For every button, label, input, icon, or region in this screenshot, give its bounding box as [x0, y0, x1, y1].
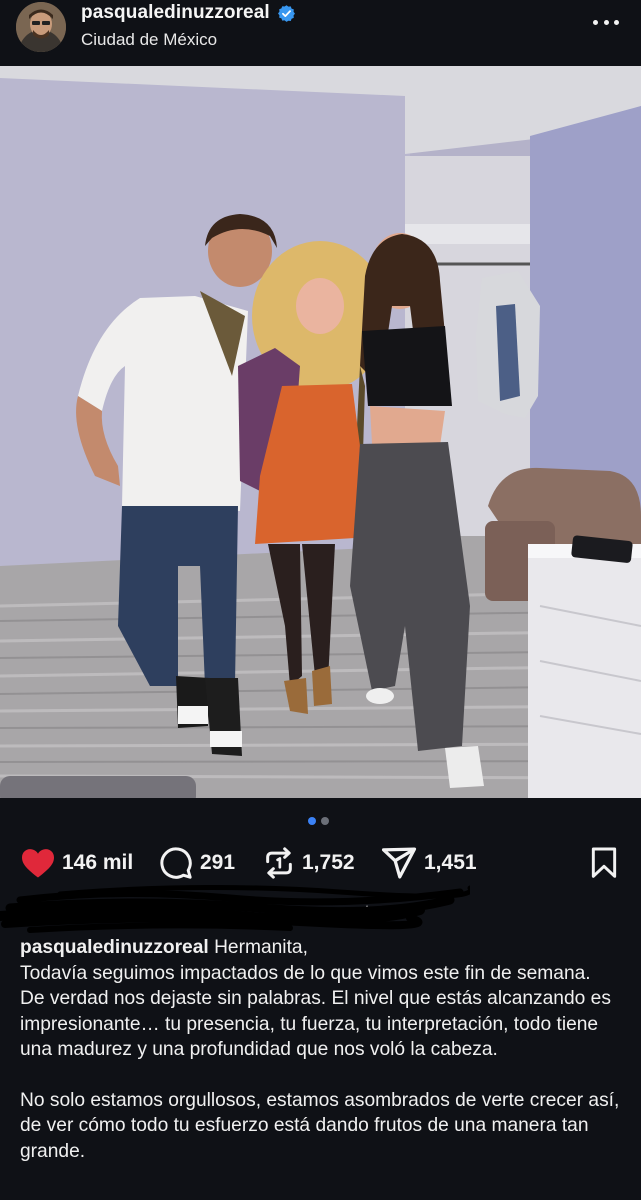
carousel-dot [321, 817, 329, 825]
redaction-scribble [0, 884, 470, 933]
post-caption: pasqualedinuzzoreal Hermanita, Todavía s… [20, 935, 620, 1164]
caption-username[interactable]: pasqualedinuzzoreal [20, 937, 209, 958]
avatar[interactable] [16, 2, 66, 52]
post-location[interactable]: Ciudad de México [81, 30, 217, 50]
post-photo[interactable] [0, 66, 641, 798]
post-header: pasqualedinuzzoreal Ciudad de México [0, 0, 641, 66]
caption-paragraph-2: No solo estamos orgullosos, estamos asom… [20, 1089, 620, 1162]
caption-first-line: Hermanita, [214, 937, 308, 958]
username[interactable]: pasqualedinuzzoreal [81, 2, 270, 24]
carousel-indicator [308, 817, 329, 825]
username-row: pasqualedinuzzoreal [81, 2, 296, 24]
carousel-dot-active [308, 817, 316, 825]
caption-paragraph-1: Todavía seguimos impactados de lo que vi… [20, 962, 611, 1061]
verified-badge-icon [277, 4, 295, 22]
more-options-icon[interactable] [593, 12, 619, 32]
bookmark-icon[interactable] [589, 847, 619, 879]
